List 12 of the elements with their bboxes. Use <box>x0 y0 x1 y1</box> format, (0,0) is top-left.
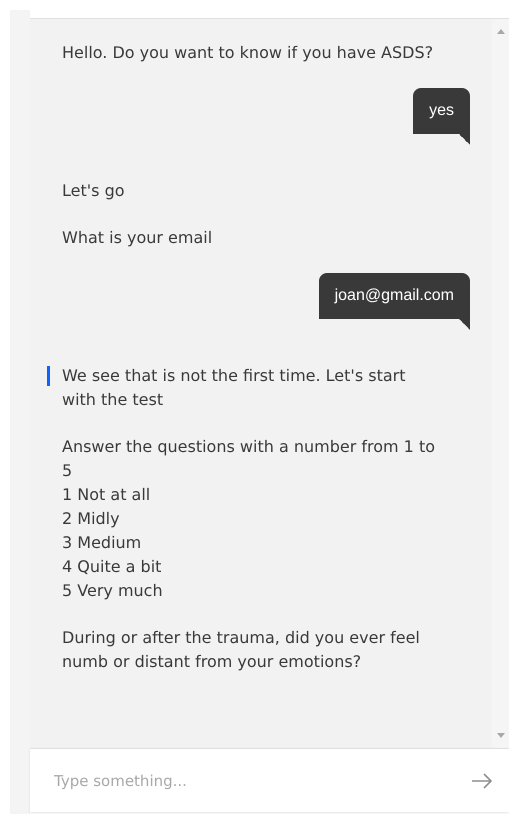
scroll-up-icon[interactable] <box>496 29 504 34</box>
user-message-bubble: yes <box>413 88 470 145</box>
bot-message: Answer the questions with a number from 1 to 5 1 Not at all 2 Midly 3 Medium 4 Quite a bit 5 Very much <box>62 436 436 602</box>
send-arrow-icon[interactable] <box>471 772 493 788</box>
bot-message: What is your email <box>62 227 214 249</box>
bot-message: We see that is not the first time. Let's start with the test <box>62 365 407 411</box>
message-input[interactable]: Type something... <box>54 768 471 794</box>
user-message-bubble: joan@gmail.com <box>318 273 470 330</box>
bot-message: Hello. Do you want to know if you have ASDS? <box>62 42 434 64</box>
bot-message: During or after the trauma, did you ever feel numb or distant from your emotions? <box>62 627 421 673</box>
bot-message: Let's go <box>62 180 126 202</box>
scroll-down-icon[interactable] <box>496 733 504 738</box>
